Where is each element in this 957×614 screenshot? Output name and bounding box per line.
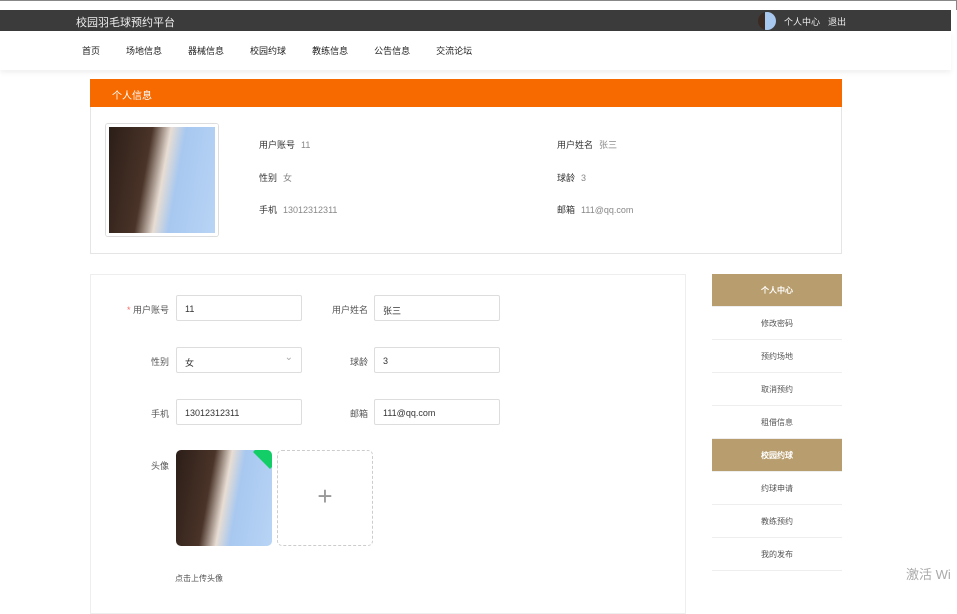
email-label: 邮箱 — [349, 409, 368, 419]
upload-button[interactable]: + — [277, 450, 373, 546]
info-gender: 性别女 — [259, 173, 293, 183]
upload-hint: 点击上传头像 — [175, 574, 223, 583]
nav-coaches[interactable]: 教练信息 — [312, 44, 348, 57]
avatar-image — [176, 450, 272, 546]
sidebar-item-book-venue[interactable]: 预约场地 — [712, 340, 842, 373]
user-center-link[interactable]: 个人中心 — [784, 15, 820, 28]
name-input[interactable]: 张三 — [374, 295, 500, 321]
account-label: * 用户账号 — [126, 305, 169, 315]
info-phone: 手机 13012312311 — [259, 205, 338, 215]
account-input[interactable]: 11 — [176, 295, 302, 321]
info-email: 邮箱 111@qq.com — [557, 205, 634, 215]
edit-form: * 用户账号 11 用户姓名 张三 性别 女 球龄 3 手机 130123123… — [90, 274, 686, 614]
gender-select[interactable]: 女 — [176, 347, 302, 373]
profile-photo — [106, 124, 218, 236]
sidebar-item-user-center[interactable]: 个人中心 — [712, 274, 842, 307]
age-input[interactable]: 3 — [374, 347, 500, 373]
name-label: 用户姓名 — [331, 305, 368, 315]
nav-notices[interactable]: 公告信息 — [374, 44, 410, 57]
sidebar-item-coach-booking[interactable]: 教练预约 — [712, 505, 842, 538]
activation-watermark: 激活 Wi — [906, 567, 951, 582]
sidebar-item-rentals[interactable]: 租借信息 — [712, 406, 842, 439]
info-name: 用户姓名 张三 — [557, 140, 618, 150]
profile-card: 用户账号 11 用户姓名 张三 性别女 球龄 3 手机 13012312311 邮箱 11… — [90, 107, 842, 254]
avatar-label: 头像 — [150, 461, 169, 471]
phone-label: 手机 — [150, 409, 169, 419]
sidebar-item-my-posts[interactable]: 我的发布 — [712, 538, 842, 571]
nav-home[interactable]: 首页 — [82, 44, 100, 57]
logout-link[interactable]: 退出 — [828, 15, 846, 28]
nav-equipment[interactable]: 器械信息 — [188, 44, 224, 57]
sidebar-item-change-password[interactable]: 修改密码 — [712, 307, 842, 340]
age-label: 球龄 — [349, 357, 368, 367]
nav-forum[interactable]: 交流论坛 — [436, 44, 472, 57]
uploaded-avatar[interactable] — [176, 450, 272, 546]
info-age: 球龄 3 — [557, 173, 587, 183]
sidebar-menu: 个人中心 修改密码 预约场地 取消预约 租借信息 校园约球 约球申请 教练预约 … — [712, 274, 842, 571]
nav-venues[interactable]: 场地信息 — [126, 44, 162, 57]
sidebar-item-match-requests[interactable]: 约球申请 — [712, 472, 842, 505]
email-input[interactable]: 111@qq.com — [374, 399, 500, 425]
nav-matches[interactable]: 校园约球 — [250, 44, 286, 57]
info-account: 用户账号 11 — [259, 140, 311, 150]
profile-heading: 个人信息 — [90, 79, 842, 107]
avatar[interactable] — [758, 12, 776, 30]
main-nav: 首页 场地信息 器械信息 校园约球 教练信息 公告信息 交流论坛 — [0, 31, 951, 70]
site-title: 校园羽毛球预约平台 — [76, 17, 175, 29]
top-bar: 校园羽毛球预约平台 个人中心 退出 — [0, 10, 951, 31]
sidebar-item-campus-match[interactable]: 校园约球 — [712, 439, 842, 472]
phone-input[interactable]: 13012312311 — [176, 399, 302, 425]
gender-label: 性别 — [150, 357, 169, 367]
browser-strip — [0, 0, 957, 10]
sidebar-item-cancel-booking[interactable]: 取消预约 — [712, 373, 842, 406]
